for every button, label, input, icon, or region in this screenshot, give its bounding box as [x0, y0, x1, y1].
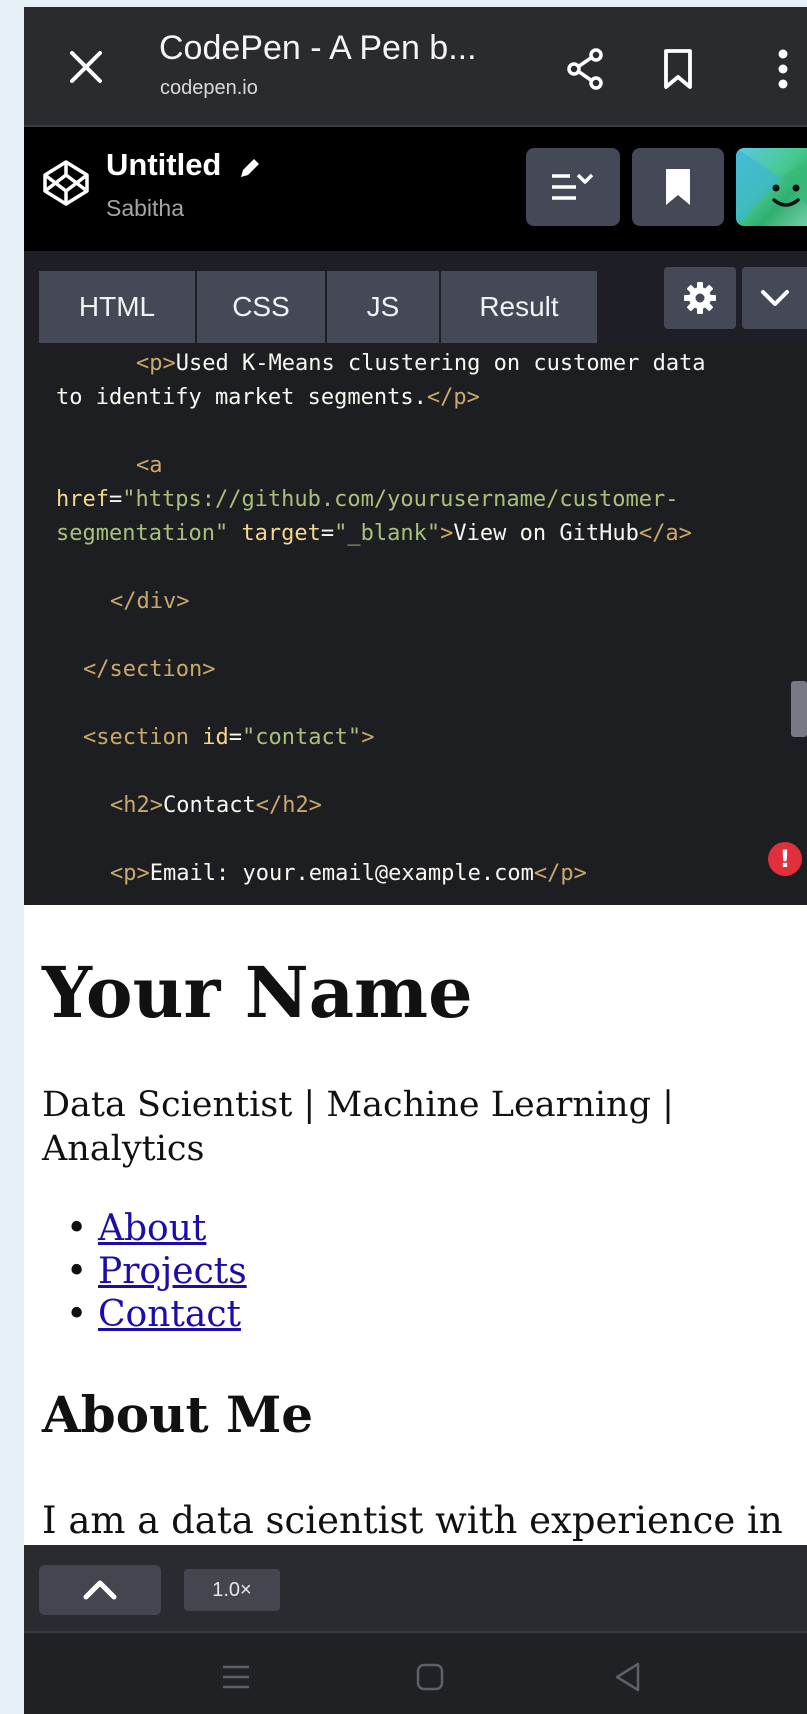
system-navigation-bar — [24, 1633, 807, 1714]
chevron-up-icon — [83, 1580, 117, 1600]
pen-author[interactable]: Sabitha — [106, 195, 184, 222]
code-line: <a — [136, 453, 163, 478]
tab-css[interactable]: CSS — [197, 271, 325, 343]
code-line: <p>Used K-Means clustering on customer d… — [136, 351, 706, 376]
save-pen-button[interactable] — [632, 148, 724, 226]
browser-page-title: CodePen - A Pen b... — [159, 29, 477, 67]
nav-link-contact[interactable]: Contact — [98, 1294, 241, 1335]
zoom-level-button[interactable]: 1.0× — [184, 1569, 280, 1611]
about-paragraph: I am a data scientist with experience in — [42, 1499, 783, 1542]
bookmark-icon[interactable] — [654, 45, 702, 93]
list-item: About — [66, 1207, 247, 1250]
error-badge[interactable]: ! — [768, 842, 802, 876]
layout-icon — [552, 173, 594, 200]
change-view-button[interactable] — [526, 148, 620, 226]
editor-scrollbar[interactable] — [791, 681, 807, 737]
codepen-bottom-bar: 1.0× — [24, 1545, 807, 1633]
tab-js[interactable]: JS — [327, 271, 439, 343]
code-line: </section> — [83, 657, 216, 682]
tab-html[interactable]: HTML — [39, 271, 195, 343]
preview-nav: About Projects Contact — [66, 1207, 247, 1336]
result-preview: Your Name Data Scientist | Machine Learn… — [24, 905, 807, 1545]
close-icon[interactable] — [62, 43, 110, 91]
gear-icon — [684, 282, 716, 314]
editor-tab-bar: HTML CSS JS Result — [24, 251, 807, 343]
code-line: <h2>Contact</h2> — [110, 793, 322, 818]
browser-toolbar: CodePen - A Pen b... codepen.io — [24, 7, 807, 127]
codepen-header: Untitled Sabitha — [24, 127, 807, 251]
recents-icon[interactable] — [214, 1655, 258, 1699]
list-item: Projects — [66, 1250, 247, 1293]
preview-heading: Your Name — [42, 951, 473, 1034]
code-line: href="https://github.com/yourusername/cu… — [56, 487, 679, 512]
code-line: <p>Email: your.email@example.com</p> — [110, 861, 587, 886]
preview-subtitle: Data Scientist | Machine Learning | Anal… — [42, 1085, 674, 1169]
pencil-icon[interactable] — [236, 154, 264, 182]
list-item: Contact — [66, 1293, 247, 1336]
tab-result[interactable]: Result — [441, 271, 597, 343]
code-line: </div> — [110, 589, 190, 614]
code-line: segmentation" target="_blank">View on Gi… — [56, 521, 692, 546]
settings-button[interactable] — [664, 267, 736, 329]
collapse-editor-button[interactable] — [742, 267, 807, 329]
nav-link-projects[interactable]: Projects — [98, 1251, 247, 1292]
browser-url[interactable]: codepen.io — [160, 77, 258, 100]
back-icon[interactable] — [606, 1655, 650, 1699]
share-icon[interactable] — [562, 45, 610, 93]
home-icon[interactable] — [408, 1655, 452, 1699]
pen-title[interactable]: Untitled — [106, 147, 221, 183]
scroll-up-button[interactable] — [39, 1565, 161, 1615]
html-code-editor[interactable]: <p>Used K-Means clustering on customer d… — [24, 343, 807, 905]
code-line: to identify market segments.</p> — [56, 385, 480, 410]
nav-link-about[interactable]: About — [98, 1208, 206, 1249]
bookmark-icon — [666, 169, 690, 205]
codepen-logo-icon[interactable] — [40, 157, 92, 209]
about-heading: About Me — [42, 1385, 314, 1444]
avatar[interactable] — [736, 148, 807, 226]
phone-screen: CodePen - A Pen b... codepen.io Untitled… — [24, 7, 807, 1714]
more-vert-icon[interactable] — [768, 45, 798, 93]
chevron-down-icon — [761, 290, 789, 306]
code-line: <section id="contact"> — [83, 725, 375, 750]
